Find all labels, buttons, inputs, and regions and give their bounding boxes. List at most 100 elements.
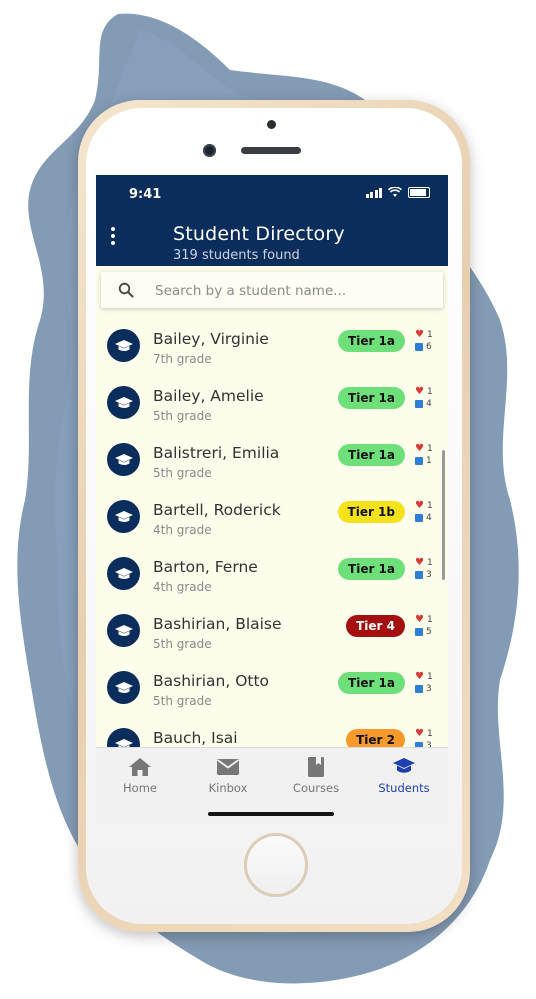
heart-icon: ♥ xyxy=(415,500,424,511)
search-input[interactable] xyxy=(153,276,432,306)
home-icon xyxy=(129,758,151,776)
books-count: 4 xyxy=(426,513,432,523)
graduation-cap-icon xyxy=(107,671,140,704)
book-icon xyxy=(415,457,423,465)
status-time: 9:41 xyxy=(129,187,162,202)
student-stats: ♥ 1 4 xyxy=(415,386,433,410)
likes-count: 1 xyxy=(427,330,433,340)
student-stats: ♥ 1 5 xyxy=(415,614,433,638)
likes-count: 1 xyxy=(427,558,433,568)
student-name: Bashirian, Blaise xyxy=(153,615,282,633)
student-name: Bailey, Virginie xyxy=(153,330,269,348)
book-icon xyxy=(415,571,423,579)
student-stats: ♥ 1 6 xyxy=(415,329,433,353)
tab-label: Kinbox xyxy=(208,781,248,795)
graduation-cap-icon xyxy=(393,758,415,773)
student-row[interactable]: Bauch, Isai Tier 2 ♥ 1 3 xyxy=(96,716,448,747)
tab-kinbox[interactable]: Kinbox xyxy=(184,748,272,804)
page-title: Student Directory xyxy=(173,223,345,245)
wifi-icon xyxy=(388,187,402,197)
student-stats: ♥ 1 3 xyxy=(415,671,433,695)
heart-icon: ♥ xyxy=(415,329,424,340)
proximity-sensor xyxy=(267,120,276,129)
tier-badge: Tier 1a xyxy=(338,558,405,580)
tab-label: Courses xyxy=(292,781,340,795)
books-count: 4 xyxy=(426,399,432,409)
graduation-cap-icon xyxy=(107,443,140,476)
student-grade: 5th grade xyxy=(153,637,212,651)
likes-count: 1 xyxy=(427,615,433,625)
tab-courses[interactable]: Courses xyxy=(272,748,360,804)
tab-home[interactable]: Home xyxy=(96,748,184,804)
student-row[interactable]: Bashirian, Otto 5th grade Tier 1a ♥ 1 3 xyxy=(96,659,448,716)
heart-icon: ♥ xyxy=(415,671,424,682)
students-count: 319 students found xyxy=(173,248,300,263)
book-icon xyxy=(415,514,423,522)
likes-count: 1 xyxy=(427,672,433,682)
status-icons xyxy=(365,187,430,198)
heart-icon: ♥ xyxy=(415,557,424,568)
student-grade: 5th grade xyxy=(153,694,212,708)
search-bar xyxy=(101,272,443,308)
student-row[interactable]: Barton, Ferne 4th grade Tier 1a ♥ 1 3 xyxy=(96,545,448,602)
student-stats: ♥ 1 3 xyxy=(415,557,433,581)
tab-label: Home xyxy=(123,781,157,795)
student-row[interactable]: Bartell, Roderick 4th grade Tier 1b ♥ 1 4 xyxy=(96,488,448,545)
student-grade: 4th grade xyxy=(153,523,212,537)
student-row[interactable]: Bailey, Virginie 7th grade Tier 1a ♥ 1 6 xyxy=(96,317,448,374)
book-icon xyxy=(308,757,324,777)
tab-label: Students xyxy=(378,781,430,795)
likes-count: 1 xyxy=(427,729,433,739)
search-icon xyxy=(118,282,134,298)
book-icon xyxy=(415,628,423,636)
tier-badge: Tier 1a xyxy=(338,330,405,352)
student-row[interactable]: Balistreri, Emilia 5th grade Tier 1a ♥ 1 … xyxy=(96,431,448,488)
signal-icon xyxy=(365,187,382,198)
likes-count: 1 xyxy=(427,387,433,397)
student-stats: ♥ 1 3 xyxy=(415,728,433,747)
more-menu-icon[interactable] xyxy=(107,227,119,247)
front-camera xyxy=(203,144,216,157)
student-name: Bauch, Isai xyxy=(153,729,238,747)
mail-icon xyxy=(216,759,240,775)
app-screen: 9:41 Student Directory 319 students foun… xyxy=(96,175,448,824)
books-count: 6 xyxy=(426,342,432,352)
heart-icon: ♥ xyxy=(415,728,424,739)
student-stats: ♥ 1 4 xyxy=(415,500,433,524)
student-name: Bailey, Amelie xyxy=(153,387,264,405)
student-stats: ♥ 1 1 xyxy=(415,443,433,467)
student-grade: 5th grade xyxy=(153,409,212,423)
heart-icon: ♥ xyxy=(415,614,424,625)
tier-badge: Tier 1b xyxy=(337,501,405,523)
home-indicator[interactable] xyxy=(208,812,334,816)
likes-count: 1 xyxy=(427,444,433,454)
graduation-cap-icon xyxy=(107,557,140,590)
tab-students[interactable]: Students xyxy=(360,748,448,804)
student-name: Bashirian, Otto xyxy=(153,672,270,690)
student-grade: 4th grade xyxy=(153,580,212,594)
earpiece-speaker xyxy=(241,147,301,154)
book-icon xyxy=(415,685,423,693)
student-name: Balistreri, Emilia xyxy=(153,444,280,462)
graduation-cap-icon xyxy=(107,329,140,362)
tier-badge: Tier 1a xyxy=(338,672,405,694)
books-count: 3 xyxy=(426,684,432,694)
app-header: 9:41 Student Directory 319 students foun… xyxy=(96,175,448,266)
graduation-cap-icon xyxy=(107,386,140,419)
student-grade: 5th grade xyxy=(153,466,212,480)
books-count: 1 xyxy=(426,456,432,466)
battery-icon xyxy=(408,187,430,198)
tier-badge: Tier 1a xyxy=(338,387,405,409)
tier-badge: Tier 2 xyxy=(346,729,405,747)
student-grade: 7th grade xyxy=(153,352,212,366)
book-icon xyxy=(415,343,423,351)
phone-home-button[interactable] xyxy=(244,833,308,897)
student-name: Bartell, Roderick xyxy=(153,501,281,519)
heart-icon: ♥ xyxy=(415,443,424,454)
student-row[interactable]: Bailey, Amelie 5th grade Tier 1a ♥ 1 4 xyxy=(96,374,448,431)
tier-badge: Tier 1a xyxy=(338,444,405,466)
books-count: 3 xyxy=(426,570,432,580)
student-row[interactable]: Bashirian, Blaise 5th grade Tier 4 ♥ 1 5 xyxy=(96,602,448,659)
book-icon xyxy=(415,400,423,408)
list-scrollbar[interactable] xyxy=(442,450,445,580)
